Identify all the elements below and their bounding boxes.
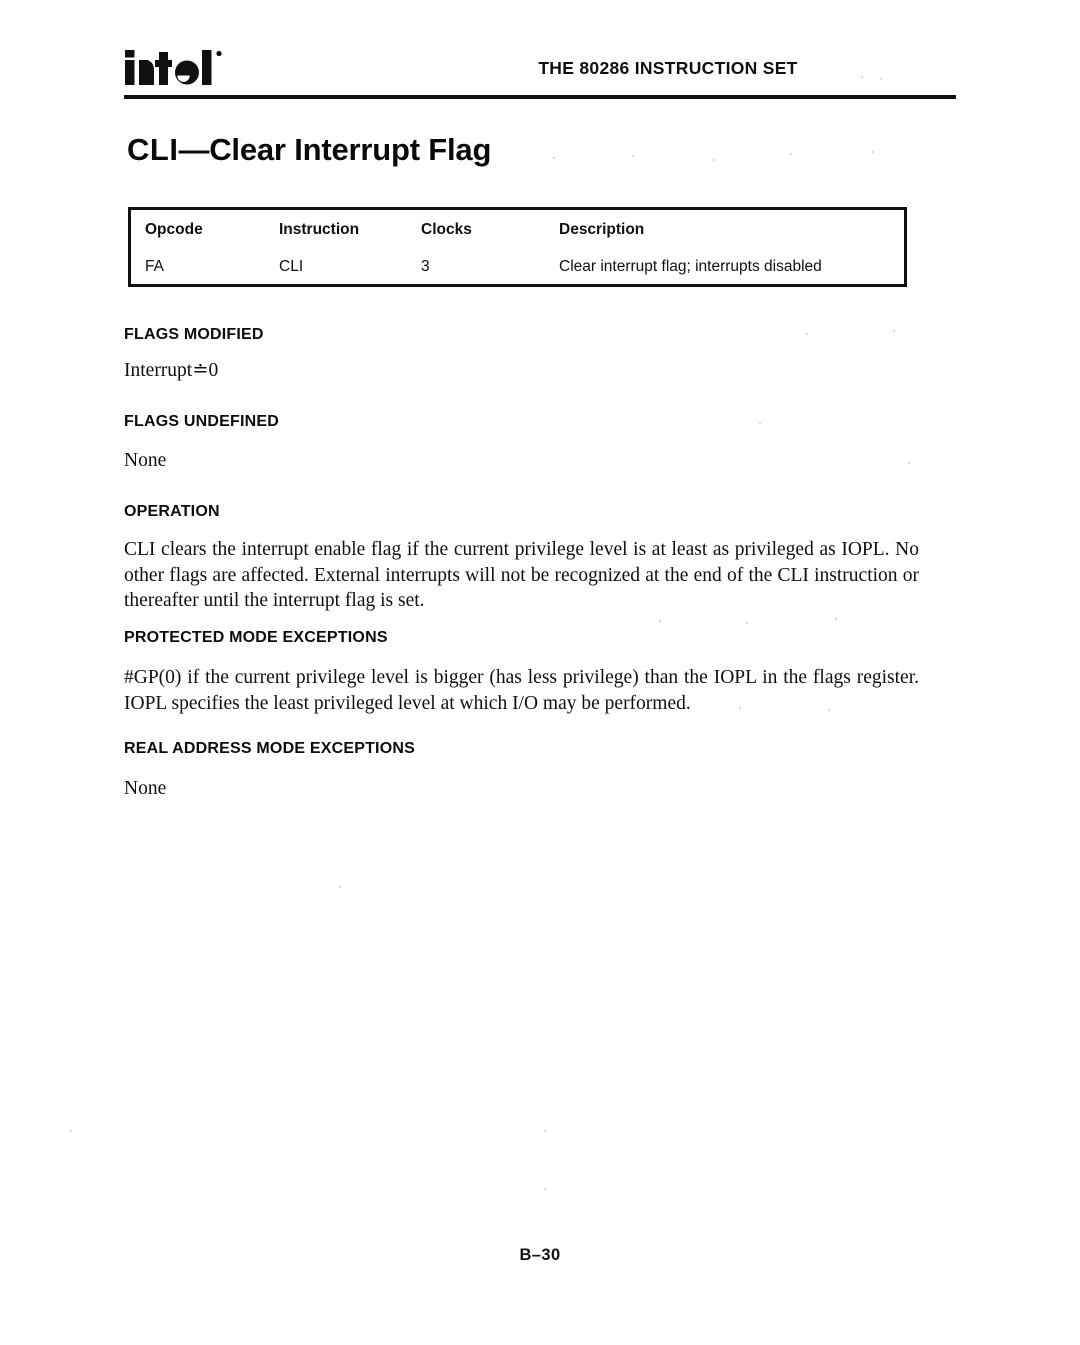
table-header-row: Opcode Instruction Clocks Description	[131, 221, 904, 247]
scan-speckle	[339, 886, 341, 888]
scan-speckle	[835, 618, 837, 620]
opcode-table: Opcode Instruction Clocks Description FA…	[128, 207, 907, 287]
section-heading-protected-mode-exceptions: PROTECTED MODE EXCEPTIONS	[124, 629, 388, 646]
page-title-name: Clear Interrupt Flag	[209, 132, 492, 167]
document-page: THE 80286 INSTRUCTION SET CLI—Clear Inte…	[0, 0, 1080, 1345]
cell-clocks: 3	[421, 258, 430, 275]
page-number: B–30	[519, 1246, 561, 1264]
scan-speckle	[544, 1130, 546, 1132]
scan-speckle	[872, 151, 874, 153]
column-header-instruction: Instruction	[279, 221, 360, 238]
section-heading-operation: OPERATION	[124, 503, 220, 520]
column-header-opcode: Opcode	[145, 221, 203, 238]
cell-description: Clear interrupt flag; interrupts disable…	[559, 258, 822, 275]
section-body-flags-undefined: None	[124, 450, 167, 471]
scan-speckle	[828, 709, 830, 711]
page-title-mnemonic: CLI	[127, 132, 179, 167]
scan-speckle	[632, 155, 634, 157]
cell-instruction: CLI	[279, 258, 304, 275]
scan-speckle	[746, 622, 748, 624]
column-header-description: Description	[559, 221, 645, 238]
scan-speckle	[553, 157, 555, 159]
intel-logo	[123, 44, 253, 90]
section-body-operation: CLI clears the interrupt enable flag if …	[124, 539, 919, 611]
page-title: CLI—Clear Interrupt Flag	[127, 132, 491, 168]
scan-speckle	[880, 78, 882, 80]
scan-speckle	[893, 330, 895, 332]
scan-speckle	[70, 1130, 72, 1132]
section-heading-flags-modified: FLAGS MODIFIED	[124, 326, 264, 343]
section-body-real-address-mode-exceptions: None	[124, 778, 167, 799]
scan-speckle	[759, 422, 761, 424]
scan-speckle	[659, 620, 661, 622]
page-header: THE 80286 INSTRUCTION SET	[123, 44, 959, 94]
column-header-clocks: Clocks	[421, 221, 472, 238]
cell-opcode: FA	[145, 258, 164, 275]
scan-speckle	[908, 462, 910, 464]
scan-speckle	[713, 159, 715, 161]
section-body-flags-modified: Interrupt≐0	[124, 360, 219, 381]
scan-speckle	[790, 153, 792, 155]
table-row: FA CLI 3 Clear interrupt flag; interrupt…	[131, 258, 904, 284]
section-heading-flags-undefined: FLAGS UNDEFINED	[124, 413, 279, 430]
scan-speckle	[544, 1188, 546, 1190]
header-rule	[124, 95, 956, 99]
section-body-protected-mode-exceptions: #GP(0) if the current privilege level is…	[124, 667, 919, 714]
scan-speckle	[861, 76, 863, 78]
page-title-separator: —	[178, 132, 210, 167]
scan-speckle	[739, 707, 741, 709]
running-head: THE 80286 INSTRUCTION SET	[538, 58, 798, 78]
section-heading-real-address-mode-exceptions: REAL ADDRESS MODE EXCEPTIONS	[124, 740, 415, 757]
scan-speckle	[806, 333, 808, 335]
